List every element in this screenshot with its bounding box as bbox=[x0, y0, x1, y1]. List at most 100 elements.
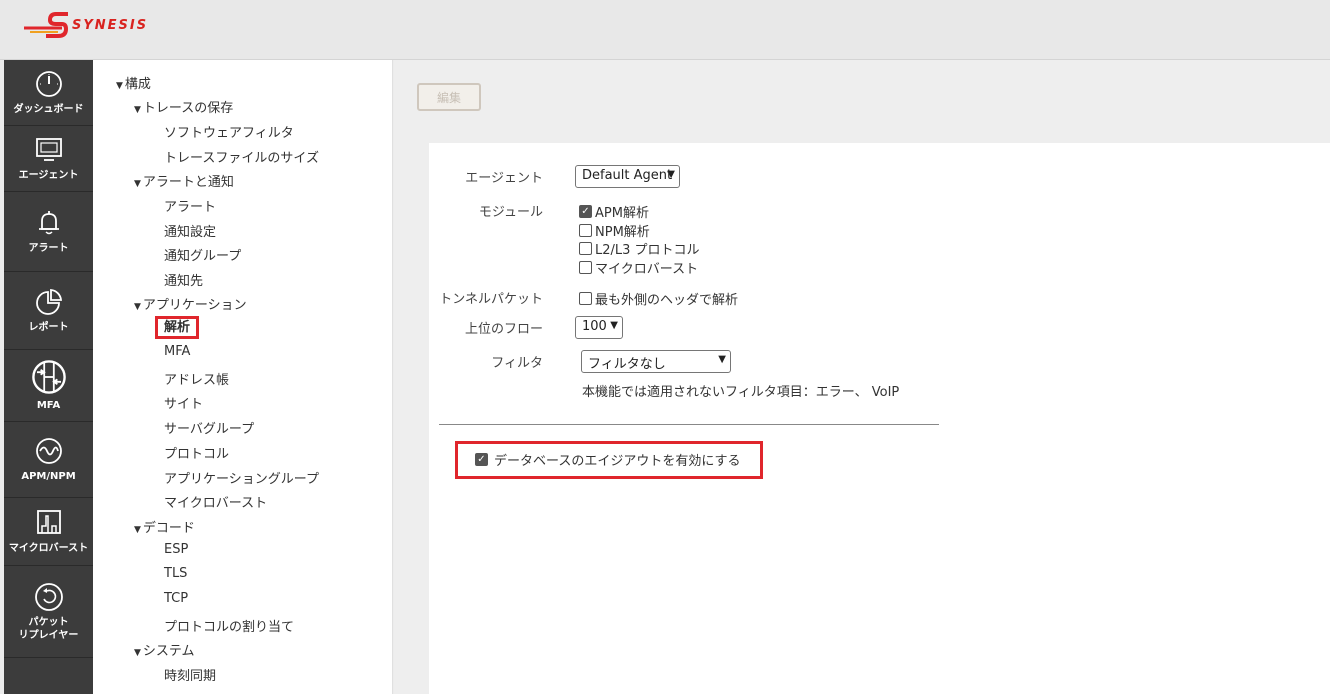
caret-down-icon: ▼ bbox=[134, 105, 141, 115]
filter-note: 本機能では適用されないフィルタ項目：エラー、 VoIP bbox=[582, 385, 900, 400]
agent-select-value: Default Agent bbox=[582, 168, 673, 183]
tunnel-label: トンネルパケット bbox=[439, 292, 543, 307]
caret-down-icon: ▼ bbox=[134, 179, 141, 189]
tree-item-protocol-assign[interactable]: プロトコルの割り当て bbox=[164, 616, 294, 635]
tree-node-decode[interactable]: ▼ デコード bbox=[134, 517, 195, 536]
nav-alert-label: アラート bbox=[28, 243, 69, 254]
agent-label: エージェント bbox=[465, 171, 543, 186]
edit-button[interactable]: 編集 bbox=[417, 83, 481, 111]
nav-microburst-label: マイクロバースト bbox=[8, 543, 89, 554]
burst-graph-icon bbox=[36, 510, 61, 534]
tree-item-analysis[interactable]: 解析 bbox=[155, 316, 200, 339]
chevron-down-icon: ▼ bbox=[667, 169, 675, 180]
tree-item-analysis-label: 解析 bbox=[155, 316, 200, 339]
top-flow-select-value: 100 bbox=[582, 319, 607, 334]
agent-select[interactable]: Default Agent ▼ bbox=[575, 165, 680, 188]
module-microburst-label: マイクロバースト bbox=[595, 262, 699, 277]
top-flow-select[interactable]: 100 ▼ bbox=[575, 316, 623, 339]
nav-packet-replayer-label-1: パケット bbox=[28, 616, 69, 628]
nav-apm-npm-label: APM/NPM bbox=[21, 471, 76, 482]
module-npm-checkbox[interactable]: NPM解析 bbox=[579, 221, 650, 240]
nav-apm-npm[interactable]: APM/NPM bbox=[4, 422, 93, 498]
tree-item-notify-group[interactable]: 通知グループ bbox=[164, 245, 241, 264]
module-apm-label: APM解析 bbox=[595, 206, 649, 221]
tree-node-alerts-notify[interactable]: ▼ アラートと通知 bbox=[134, 171, 234, 190]
filter-select[interactable]: フィルタなし ▼ bbox=[581, 350, 731, 373]
checkbox-unchecked-icon bbox=[579, 224, 592, 237]
module-label: モジュール bbox=[478, 205, 543, 220]
checkbox-checked-icon: ✓ bbox=[475, 453, 488, 466]
filter-label: フィルタ bbox=[491, 356, 543, 371]
tree-item-tls[interactable]: TLS bbox=[164, 566, 187, 581]
replay-icon bbox=[34, 582, 63, 611]
tree-node-root[interactable]: ▼ 構成 bbox=[116, 73, 151, 92]
nav-mfa-label: MFA bbox=[36, 400, 61, 411]
synesis-logo[interactable]: SYNESIS bbox=[22, 10, 182, 44]
nav-packet-replayer-label: パケット リプレイヤー bbox=[19, 616, 79, 642]
tree-node-trace-save[interactable]: ▼ トレースの保存 bbox=[134, 97, 233, 116]
dashboard-gauge-icon bbox=[35, 71, 62, 97]
nav-dashboard[interactable]: ダッシュボード bbox=[4, 60, 93, 126]
tree-item-server-group[interactable]: サーバグループ bbox=[164, 418, 254, 437]
nav-report[interactable]: レポート bbox=[4, 272, 93, 350]
checkbox-unchecked-icon bbox=[579, 261, 592, 274]
checkbox-unchecked-icon bbox=[579, 292, 592, 305]
module-microburst-checkbox[interactable]: マイクロバースト bbox=[579, 258, 698, 277]
settings-panel bbox=[429, 143, 1330, 694]
tree-item-software-filter[interactable]: ソフトウェアフィルタ bbox=[164, 122, 294, 141]
db-aging-label: データベースのエイジアウトを有効にする bbox=[494, 454, 741, 469]
tunnel-outer-header-checkbox[interactable]: 最も外側のヘッダで解析 bbox=[579, 289, 738, 308]
tree-item-app-group[interactable]: アプリケーショングループ bbox=[164, 468, 319, 487]
chevron-down-icon: ▼ bbox=[610, 320, 618, 331]
tree-item-site[interactable]: サイト bbox=[164, 393, 203, 412]
module-l2l3-label: L2/L3 プロトコル bbox=[595, 243, 700, 258]
bell-icon bbox=[38, 211, 59, 235]
top-flow-label: 上位のフロー bbox=[464, 322, 543, 337]
nav-packet-replayer-label-2: リプレイヤー bbox=[18, 629, 79, 641]
tree-item-time-sync[interactable]: 時刻同期 bbox=[164, 665, 216, 684]
tree-node-label: アプリケーション bbox=[142, 298, 247, 313]
nav-agent-label: エージェント bbox=[18, 170, 79, 181]
top-header: SYNESIS bbox=[0, 0, 1330, 60]
tree-item-esp[interactable]: ESP bbox=[164, 542, 188, 557]
mfa-arrows-icon bbox=[31, 360, 66, 394]
chevron-down-icon: ▼ bbox=[718, 354, 726, 365]
caret-down-icon: ▼ bbox=[116, 81, 123, 91]
module-l2l3-checkbox[interactable]: L2/L3 プロトコル bbox=[579, 239, 700, 258]
tree-item-trace-file-size[interactable]: トレースファイルのサイズ bbox=[164, 147, 319, 166]
tree-node-label: アラートと通知 bbox=[142, 175, 234, 190]
filter-select-value: フィルタなし bbox=[588, 357, 666, 372]
tree-item-tcp[interactable]: TCP bbox=[164, 591, 188, 606]
tree-item-alert[interactable]: アラート bbox=[164, 196, 216, 215]
tree-item-address-book[interactable]: アドレス帳 bbox=[164, 369, 229, 388]
nav-agent[interactable]: エージェント bbox=[4, 126, 93, 192]
tunnel-option-label: 最も外側のヘッダで解析 bbox=[595, 293, 739, 308]
tree-node-label: 構成 bbox=[124, 77, 151, 92]
nav-mfa[interactable]: MFA bbox=[4, 350, 93, 422]
tree-node-label: トレースの保存 bbox=[142, 101, 234, 116]
nav-packet-replayer[interactable]: パケット リプレイヤー bbox=[4, 566, 93, 658]
checkbox-unchecked-icon bbox=[579, 242, 592, 255]
tree-node-label: デコード bbox=[142, 521, 195, 536]
logo-text: SYNESIS bbox=[72, 18, 149, 33]
tree-item-notify-dest[interactable]: 通知先 bbox=[164, 270, 203, 289]
nav-microburst[interactable]: マイクロバースト bbox=[4, 498, 93, 566]
tree-node-label: システム bbox=[142, 644, 195, 659]
nav-alert[interactable]: アラート bbox=[4, 192, 93, 272]
monitor-icon bbox=[35, 138, 62, 161]
nav-dashboard-label: ダッシュボード bbox=[13, 104, 84, 115]
tree-item-mfa[interactable]: MFA bbox=[164, 344, 190, 359]
tree-item-protocol[interactable]: プロトコル bbox=[164, 443, 229, 462]
tree-item-notify-settings[interactable]: 通知設定 bbox=[164, 221, 216, 240]
caret-down-icon: ▼ bbox=[134, 302, 141, 312]
tree-node-application[interactable]: ▼ アプリケーション bbox=[134, 294, 247, 313]
main-icon-nav: ダッシュボード エージェント アラート レポート MFA APM/NPM マイク… bbox=[4, 60, 93, 694]
db-aging-checkbox[interactable]: ✓ データベースのエイジアウトを有効にする bbox=[475, 450, 740, 469]
caret-down-icon: ▼ bbox=[134, 525, 141, 535]
tree-item-microburst[interactable]: マイクロバースト bbox=[164, 492, 267, 511]
section-divider bbox=[439, 424, 939, 425]
module-npm-label: NPM解析 bbox=[595, 225, 650, 240]
caret-down-icon: ▼ bbox=[134, 648, 141, 658]
module-apm-checkbox[interactable]: ✓ APM解析 bbox=[579, 202, 649, 221]
tree-node-system[interactable]: ▼ システム bbox=[134, 640, 195, 659]
